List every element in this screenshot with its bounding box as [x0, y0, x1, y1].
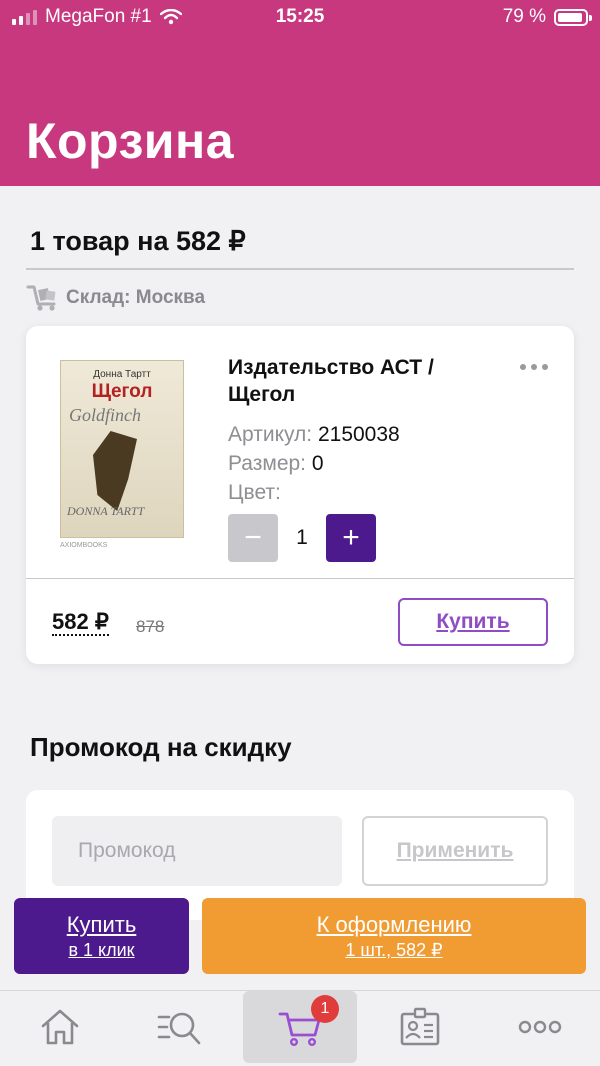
- quantity-value: 1: [296, 526, 308, 549]
- battery-icon: [554, 8, 592, 26]
- product-image[interactable]: Донна Тартт Щегол Goldfinch DONNA TARTT: [60, 360, 184, 538]
- old-price: 878: [136, 617, 165, 636]
- cover-title: Щегол: [91, 381, 153, 402]
- buy-item-button[interactable]: Купить: [398, 598, 548, 646]
- product-attributes: Артикул: 2150038 Размер: 0 Цвет:: [228, 420, 400, 507]
- current-price[interactable]: 582 ₽: [52, 610, 109, 636]
- size-label: Размер:: [228, 452, 307, 475]
- status-bar: MegaFon #1 15:25 79 %: [0, 0, 600, 34]
- summary-divider: [26, 268, 574, 270]
- cover-overlay: Goldfinch: [69, 405, 141, 425]
- checkout-sublabel: 1 шт., 582 ₽: [345, 940, 443, 960]
- size-value: 0: [311, 452, 324, 475]
- search-icon: [157, 1012, 201, 1045]
- warehouse-label: Склад: Москва: [66, 287, 206, 308]
- increase-quantity-button[interactable]: +: [326, 514, 376, 562]
- decrease-quantity-button[interactable]: −: [228, 514, 278, 562]
- card-divider: [26, 578, 574, 579]
- header: MegaFon #1 15:25 79 % Корзина: [0, 0, 600, 186]
- product-name[interactable]: Издательство АСТ / Щегол: [228, 354, 458, 408]
- tab-more[interactable]: [483, 991, 597, 1063]
- tab-bar: 1: [0, 990, 600, 1066]
- article-value: 2150038: [317, 423, 400, 446]
- article-label: Артикул:: [228, 423, 313, 446]
- quick-buy-button[interactable]: Купить в 1 клик: [14, 898, 189, 974]
- tab-cart[interactable]: 1: [243, 991, 357, 1063]
- checkout-button[interactable]: К оформлению 1 шт., 582 ₽: [202, 898, 586, 974]
- cover-bottom-text: DONNA TARTT: [67, 504, 145, 518]
- tab-profile[interactable]: [363, 991, 477, 1063]
- color-label: Цвет:: [228, 481, 281, 504]
- quick-buy-label: Купить: [66, 912, 137, 937]
- cover-author: Донна Тартт: [93, 369, 151, 380]
- cart-summary: 1 товар на 582 ₽: [30, 226, 246, 256]
- checkout-label: К оформлению: [316, 912, 472, 937]
- more-icon: [518, 1020, 562, 1034]
- profile-card-icon: [400, 1007, 440, 1046]
- tab-search[interactable]: [122, 991, 236, 1063]
- page-title: Корзина: [26, 113, 235, 169]
- cart-count-badge: 1: [311, 995, 339, 1023]
- warehouse-cart-icon: [26, 285, 56, 311]
- quantity-stepper: − 1 +: [228, 514, 376, 562]
- cover-publisher-note: AXIOMBOOKS: [60, 542, 108, 549]
- battery-percent: 79 %: [502, 6, 546, 27]
- tab-home[interactable]: [3, 991, 117, 1063]
- promo-code-input[interactable]: [52, 816, 342, 886]
- cover-illustration: [93, 431, 137, 511]
- more-options-icon[interactable]: [520, 364, 548, 370]
- quick-buy-sublabel: в 1 клик: [68, 940, 135, 960]
- cart-item-card: Донна Тартт Щегол Goldfinch DONNA TARTT …: [26, 326, 574, 664]
- apply-promo-button[interactable]: Применить: [362, 816, 548, 886]
- promo-title: Промокод на скидку: [30, 732, 292, 762]
- home-icon: [41, 1009, 79, 1045]
- warehouse-info: Склад: Москва: [26, 284, 205, 312]
